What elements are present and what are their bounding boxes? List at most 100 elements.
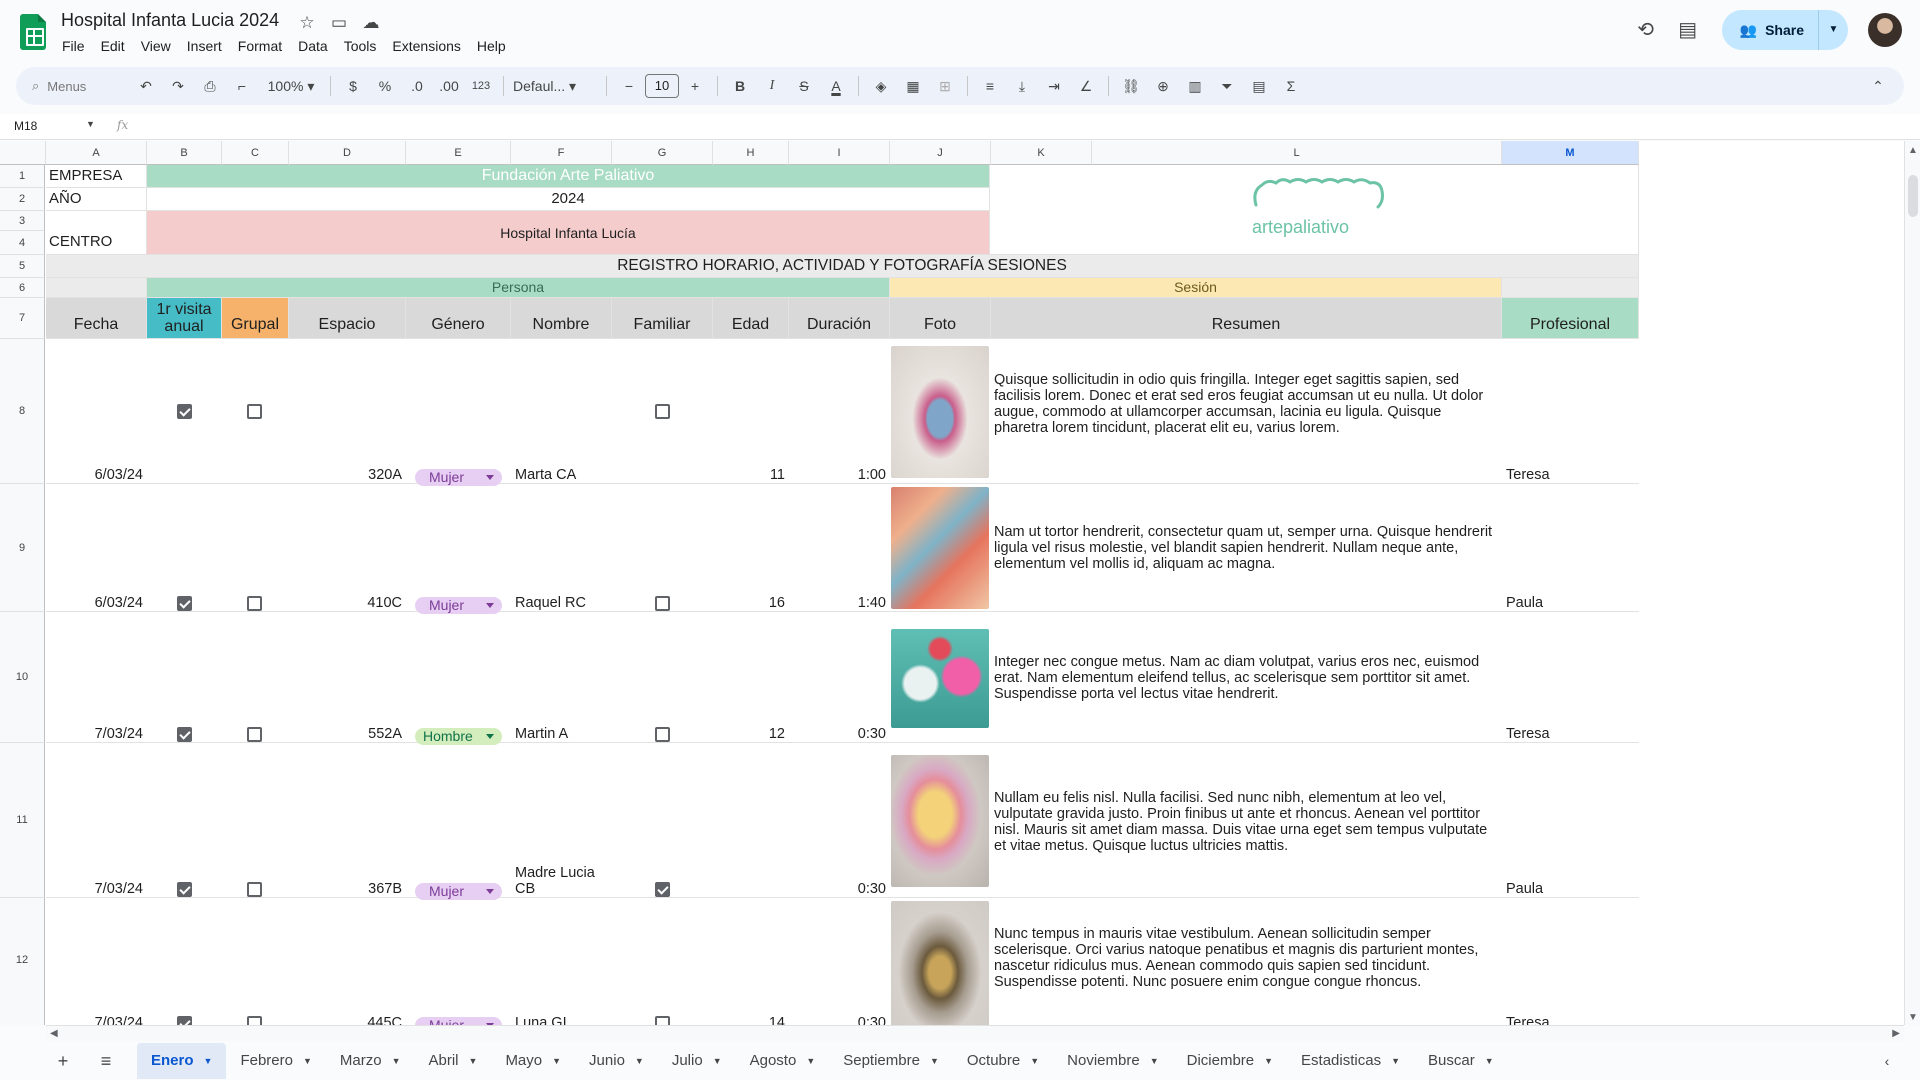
tab-dropdown-icon[interactable]: ▼ <box>635 1043 644 1079</box>
checkbox-familiar[interactable] <box>655 882 670 897</box>
font-size-input[interactable]: 10 <box>645 74 679 98</box>
checkbox-familiar[interactable] <box>655 1016 670 1025</box>
star-icon[interactable]: ☆ <box>296 12 318 34</box>
menu-data[interactable]: Data <box>290 37 336 55</box>
scroll-left-icon[interactable]: ◀ <box>50 1028 58 1039</box>
centro-label[interactable]: CENTRO <box>46 211 147 255</box>
column-header-e[interactable]: E <box>406 141 511 165</box>
centro-value[interactable]: Hospital Infanta Lucía <box>147 211 990 255</box>
row-header-11[interactable]: 11 <box>0 743 45 898</box>
insert-link-icon[interactable]: ⛓ <box>1118 73 1144 99</box>
borders-icon[interactable]: ▦ <box>900 73 926 99</box>
cell-resumen[interactable]: Quisque sollicitudin in odio quis fringi… <box>994 372 1499 436</box>
cloud-status-icon[interactable]: ☁ <box>360 12 382 34</box>
collapse-sidepanel-icon[interactable]: ‹ <box>1874 1048 1900 1074</box>
session-photo[interactable] <box>891 901 989 1025</box>
tab-julio[interactable]: Julio ▼ <box>658 1043 736 1079</box>
cell-profesional[interactable]: Teresa <box>1506 467 1636 483</box>
menu-insert[interactable]: Insert <box>179 37 230 55</box>
row-header-5[interactable]: 5 <box>0 255 45 278</box>
cell-espacio[interactable]: 320A <box>292 467 402 483</box>
cell-espacio[interactable]: 445C <box>292 1015 402 1025</box>
cell-profesional[interactable]: Teresa <box>1506 1015 1636 1025</box>
add-sheet-icon[interactable]: + <box>50 1048 76 1074</box>
column-header-f[interactable]: F <box>511 141 612 165</box>
select-all-corner[interactable] <box>0 141 46 165</box>
tab-dropdown-icon[interactable]: ▼ <box>469 1043 478 1079</box>
header-resumen[interactable]: Resumen <box>991 298 1502 339</box>
vertical-scroll-thumb[interactable] <box>1908 175 1918 217</box>
print-icon[interactable]: ⎙ <box>197 73 223 99</box>
header-duracion[interactable]: Duración <box>789 298 890 339</box>
session-photo[interactable] <box>891 487 989 609</box>
anio-label[interactable]: AÑO <box>46 188 147 211</box>
registro-title[interactable]: REGISTRO HORARIO, ACTIVIDAD Y FOTOGRAFÍA… <box>46 255 1639 278</box>
row-header-1[interactable]: 1 <box>0 165 45 188</box>
filter-views-icon[interactable]: ▤ <box>1246 73 1272 99</box>
cell-edad[interactable]: 11 <box>715 467 785 483</box>
sheets-logo-icon[interactable] <box>20 14 46 50</box>
checkbox-visita[interactable] <box>177 727 192 742</box>
horizontal-scrollbar[interactable]: ◀ ▶ <box>46 1025 1904 1041</box>
cell-duracion[interactable]: 0:30 <box>791 1015 886 1025</box>
checkbox-visita[interactable] <box>177 596 192 611</box>
menu-search[interactable]: ⌕ Menus <box>26 73 130 99</box>
italic-button[interactable]: I <box>759 73 785 99</box>
cell-duracion[interactable]: 0:30 <box>791 881 886 897</box>
cell-resumen[interactable]: Nam ut tortor hendrerit, consectetur qua… <box>994 524 1499 572</box>
menu-view[interactable]: View <box>133 37 179 55</box>
menu-tools[interactable]: Tools <box>336 37 385 55</box>
font-size-decrease-icon[interactable]: − <box>616 73 642 99</box>
tab-dropdown-icon[interactable]: ▼ <box>1391 1043 1400 1079</box>
percent-format-button[interactable]: % <box>372 73 398 99</box>
decrease-decimal-button[interactable]: .0 <box>404 73 430 99</box>
row-header-7[interactable]: 7 <box>0 298 45 339</box>
column-header-a[interactable]: A <box>46 141 147 165</box>
header-profesional[interactable]: Profesional <box>1502 298 1639 339</box>
header-edad[interactable]: Edad <box>713 298 789 339</box>
bold-button[interactable]: B <box>727 73 753 99</box>
checkbox-visita[interactable] <box>177 882 192 897</box>
horizontal-align-icon[interactable]: ≡ <box>977 73 1003 99</box>
tab-dropdown-icon[interactable]: ▼ <box>713 1043 722 1079</box>
tab-dropdown-icon[interactable]: ▼ <box>1264 1043 1273 1079</box>
cell-nombre[interactable]: Martin A <box>515 726 610 742</box>
cell-duracion[interactable]: 1:40 <box>791 595 886 611</box>
row-header-10[interactable]: 10 <box>0 612 45 743</box>
cell-duracion[interactable]: 1:00 <box>791 467 886 483</box>
font-select[interactable]: Defaul... ▾ <box>513 73 597 99</box>
cell-nombre[interactable]: Raquel RC <box>515 595 610 611</box>
cell-espacio[interactable]: 367B <box>292 881 402 897</box>
paint-format-icon[interactable]: ⌐ <box>229 73 255 99</box>
number-format-button[interactable]: 123 <box>468 73 494 99</box>
cell-profesional[interactable]: Paula <box>1506 595 1636 611</box>
name-box[interactable]: M18 <box>14 119 37 133</box>
cell-nombre[interactable]: Madre Lucia CB <box>515 865 610 897</box>
empresa-label[interactable]: EMPRESA <box>46 165 147 188</box>
column-header-j[interactable]: J <box>890 141 991 165</box>
tab-marzo[interactable]: Marzo ▼ <box>326 1043 415 1079</box>
menu-file[interactable]: File <box>54 37 93 55</box>
cell-espacio[interactable]: 552A <box>292 726 402 742</box>
row-header-4[interactable]: 4 <box>0 231 45 255</box>
cell-fecha[interactable]: 7/03/24 <box>48 1015 143 1025</box>
vertical-scrollbar[interactable]: ▲ ▼ <box>1904 141 1920 1025</box>
tab-dropdown-icon[interactable]: ▼ <box>930 1043 939 1079</box>
cell-profesional[interactable]: Teresa <box>1506 726 1636 742</box>
text-rotation-icon[interactable]: ∠ <box>1073 73 1099 99</box>
cell-fecha[interactable]: 7/03/24 <box>48 726 143 742</box>
column-header-d[interactable]: D <box>289 141 406 165</box>
insert-comment-icon[interactable]: ⊕ <box>1150 73 1176 99</box>
row-header-6[interactable]: 6 <box>0 278 45 298</box>
collapse-toolbar-icon[interactable]: ⌃ <box>1865 73 1891 99</box>
menu-help[interactable]: Help <box>469 37 514 55</box>
spreadsheet-grid[interactable]: A B C D E F G H I J K L M 1 2 3 4 5 6 7 … <box>0 141 1904 1025</box>
column-header-c[interactable]: C <box>222 141 289 165</box>
all-sheets-icon[interactable]: ≡ <box>93 1048 119 1074</box>
vertical-align-icon[interactable]: ⤓ <box>1009 73 1035 99</box>
scroll-down-icon[interactable]: ▼ <box>1908 1012 1918 1023</box>
cell-resumen[interactable]: Nullam eu felis nisl. Nulla facilisi. Se… <box>994 790 1499 854</box>
column-header-g[interactable]: G <box>612 141 713 165</box>
group-sesion[interactable]: Sesión <box>890 278 1502 298</box>
menu-edit[interactable]: Edit <box>93 37 133 55</box>
